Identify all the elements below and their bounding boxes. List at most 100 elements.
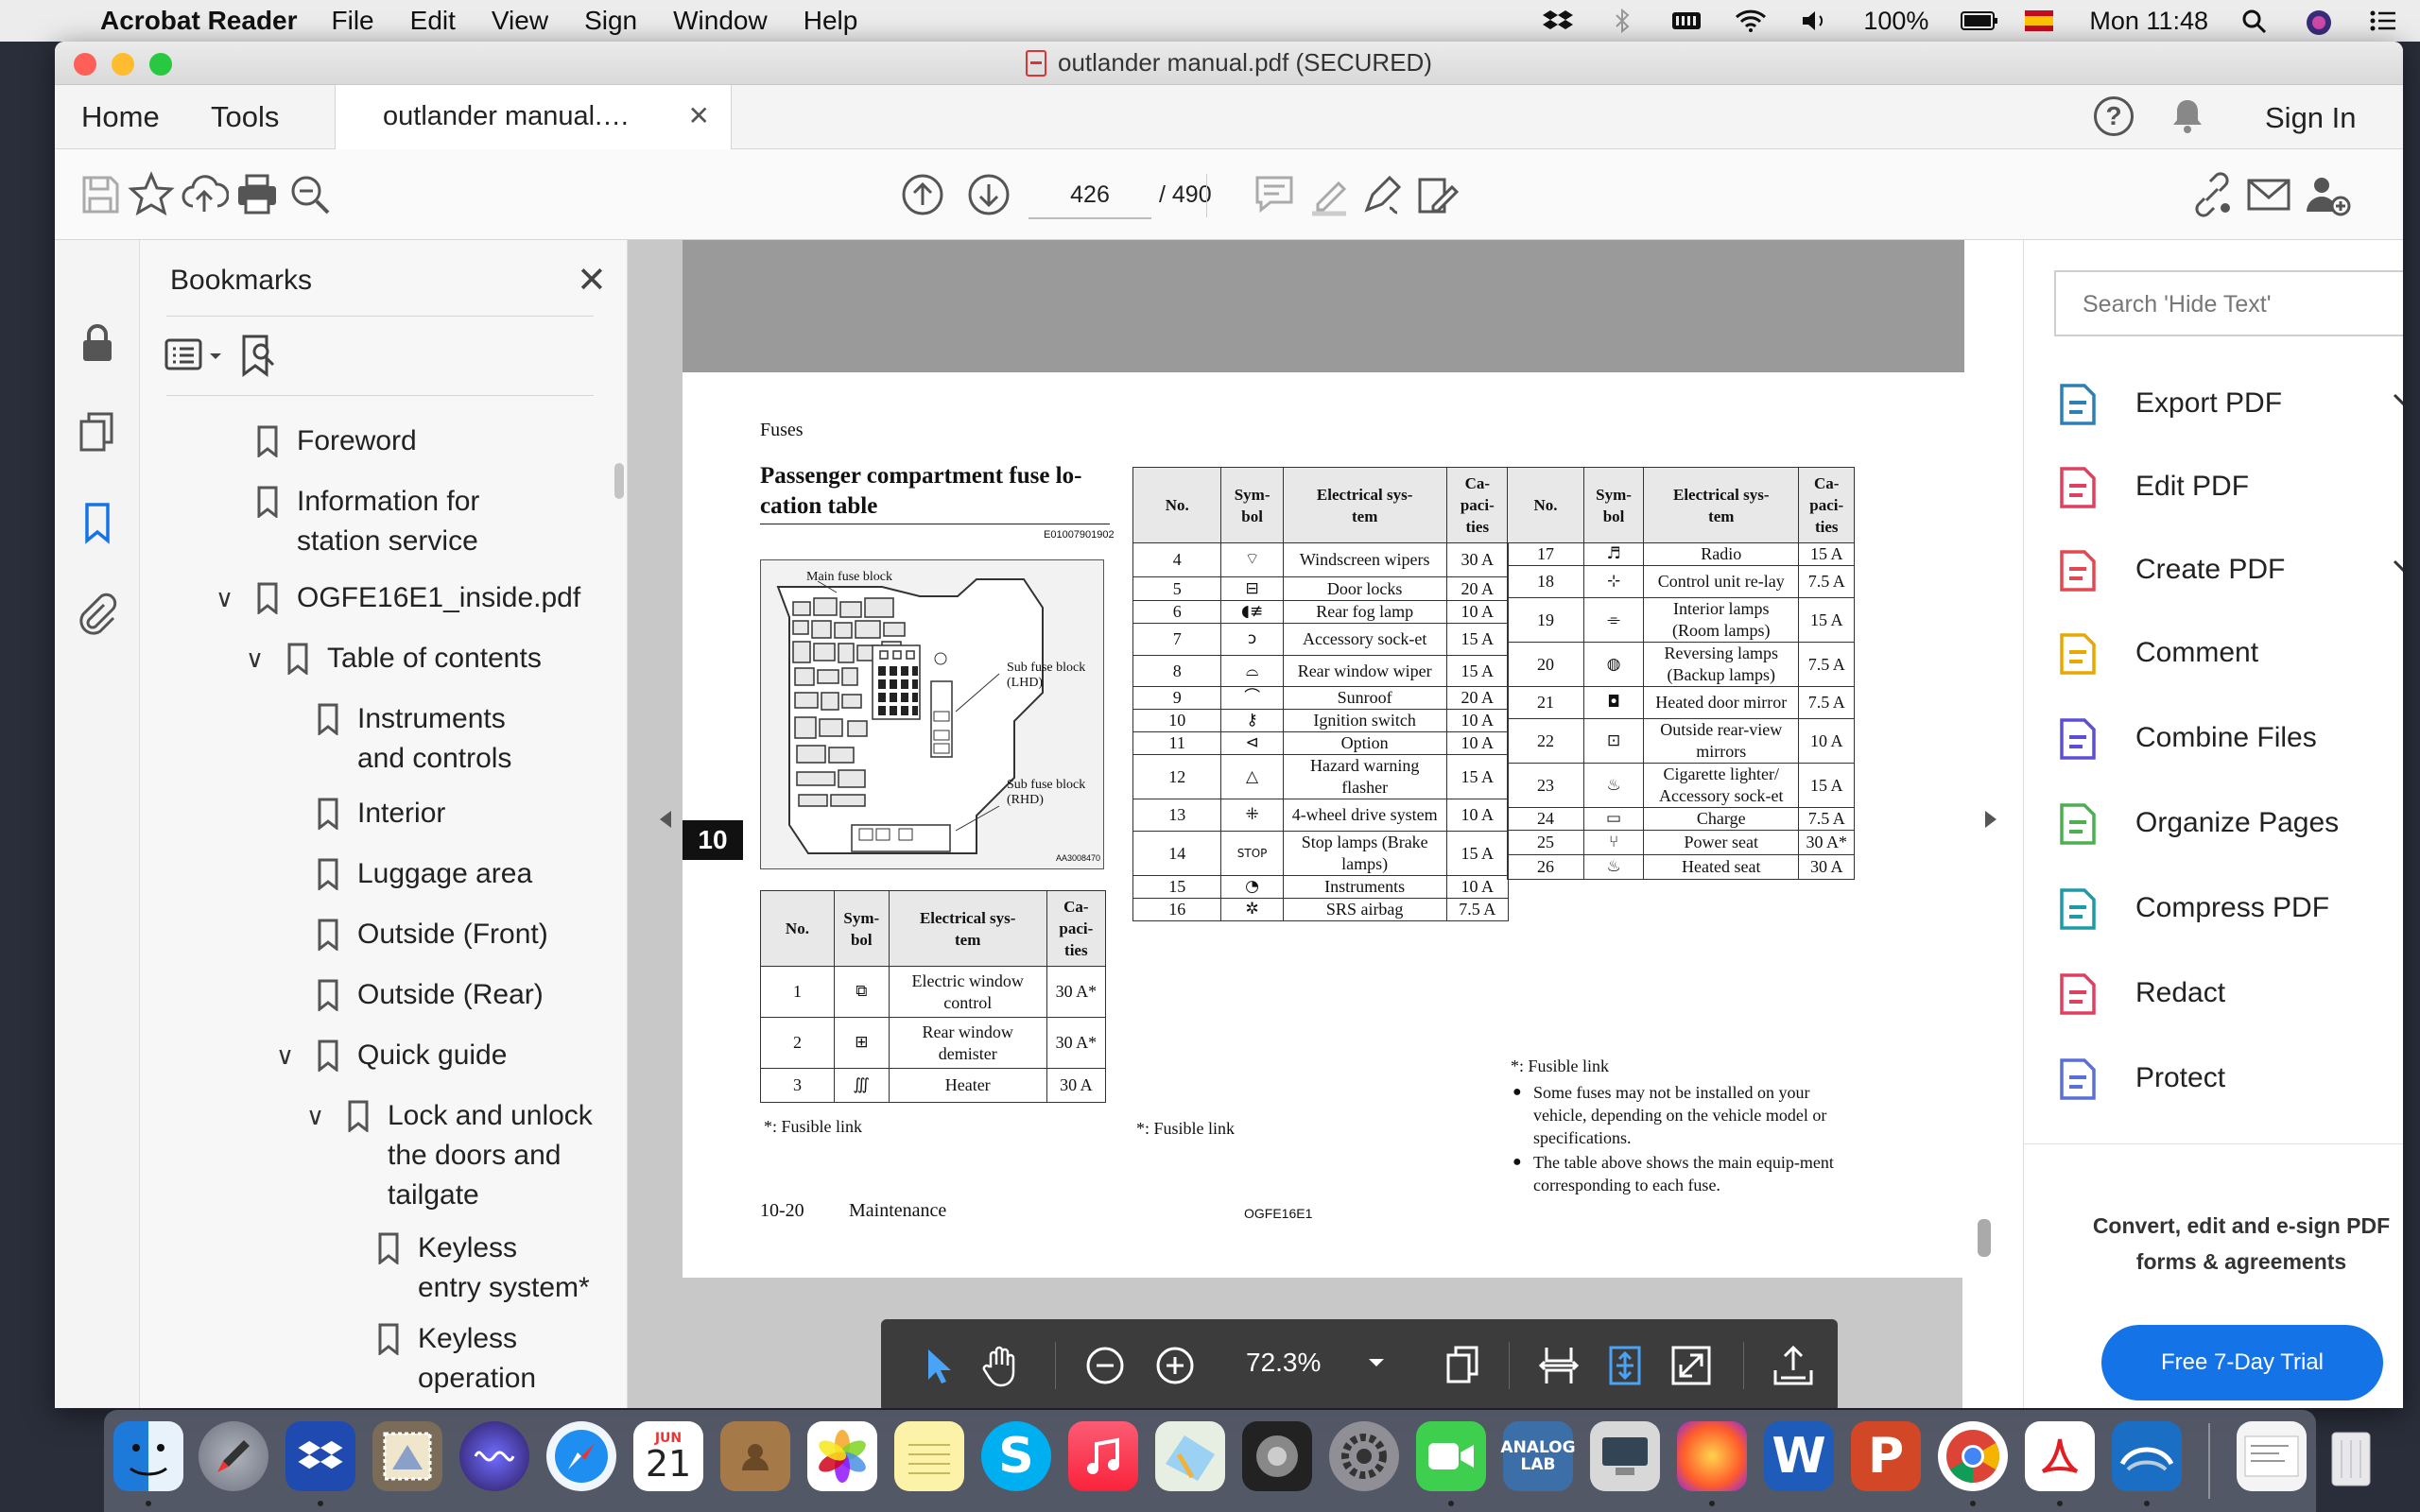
finder-icon[interactable] <box>113 1421 183 1491</box>
attachments-icon[interactable] <box>76 592 119 635</box>
system-preferences-icon[interactable] <box>1329 1421 1399 1491</box>
recent-document-icon[interactable] <box>2237 1421 2307 1491</box>
maps-icon[interactable] <box>1155 1421 1225 1491</box>
spotlight-search-icon[interactable] <box>2240 9 2273 34</box>
bookmarks-scrollbar[interactable] <box>614 463 624 499</box>
tab-tools[interactable]: Tools <box>211 100 279 134</box>
find-bookmark-icon[interactable] <box>236 333 284 385</box>
dropbox-status-icon[interactable] <box>1542 9 1574 33</box>
firefox-icon[interactable] <box>1677 1421 1747 1491</box>
cloud-upload-icon[interactable] <box>180 170 230 219</box>
tool-redact[interactable]: Redact <box>2056 966 2403 1022</box>
collapse-right-panel-icon[interactable] <box>1985 811 1996 828</box>
menu-edit[interactable]: Edit <box>410 6 456 36</box>
logic-pro-icon[interactable] <box>1242 1421 1312 1491</box>
document-scrollbar[interactable] <box>1978 1219 1991 1257</box>
minimize-window-button[interactable] <box>112 53 134 76</box>
memory-status-icon[interactable] <box>1670 9 1703 33</box>
tab-document[interactable]: outlander manual.… ✕ <box>335 85 732 150</box>
zoom-level[interactable]: 72.3% <box>1246 1348 1321 1378</box>
menu-help[interactable]: Help <box>804 6 858 36</box>
clock[interactable]: Mon 11:48 <box>2089 7 2208 36</box>
bookmark-options-icon[interactable] <box>163 333 229 381</box>
page-thumbnails-icon[interactable] <box>76 410 119 454</box>
siri-icon[interactable] <box>2305 9 2337 35</box>
collapse-chevron-icon[interactable]: ∨ <box>276 1041 294 1071</box>
bookmarks-panel-icon[interactable] <box>76 501 119 544</box>
calendar-icon[interactable]: JUN 21 <box>633 1421 703 1491</box>
fit-width-icon[interactable] <box>1535 1342 1582 1389</box>
full-screen-icon[interactable] <box>1668 1342 1715 1389</box>
wifi-icon[interactable] <box>1735 9 1767 33</box>
collapse-chevron-icon[interactable]: ∨ <box>216 584 233 613</box>
collapse-left-panel-icon[interactable] <box>660 811 671 828</box>
acrobat-icon[interactable] <box>2025 1421 2095 1491</box>
trash-icon[interactable] <box>2316 1421 2386 1491</box>
tool-export-pdf[interactable]: Export PDF <box>2056 376 2403 433</box>
dropbox-icon[interactable] <box>285 1421 355 1491</box>
bluetooth-icon[interactable] <box>1606 8 1638 34</box>
zoom-dropdown-icon[interactable] <box>1363 1348 1390 1376</box>
siri-dock-icon[interactable] <box>459 1421 529 1491</box>
tool-protect[interactable]: Protect <box>2056 1051 2403 1108</box>
ms-remote-icon[interactable] <box>2112 1421 2182 1491</box>
next-page-icon[interactable] <box>964 170 1013 219</box>
save-icon[interactable] <box>76 170 125 219</box>
word-icon[interactable]: W <box>1764 1421 1834 1491</box>
expand-chevron-icon[interactable] <box>2389 552 2403 587</box>
tool-combine-files[interactable]: Combine Files <box>2056 711 2403 767</box>
close-window-button[interactable] <box>74 53 96 76</box>
close-tab-icon[interactable]: ✕ <box>688 100 710 131</box>
help-icon[interactable]: ? <box>2094 96 2134 136</box>
notification-center-icon[interactable] <box>2369 9 2401 33</box>
close-bookmarks-icon[interactable]: ✕ <box>577 259 607 301</box>
highlight-icon[interactable] <box>1305 170 1354 219</box>
fit-page-icon[interactable] <box>1601 1342 1649 1389</box>
add-user-icon[interactable] <box>2303 170 2352 219</box>
lock-icon[interactable] <box>76 321 119 365</box>
tool-create-pdf[interactable]: Create PDF <box>2056 542 2403 599</box>
battery-icon[interactable] <box>1961 9 1998 33</box>
notifications-bell-icon[interactable] <box>2169 96 2206 144</box>
powerpoint-icon[interactable]: P <box>1851 1421 1921 1491</box>
collapse-chevron-icon[interactable]: ∨ <box>246 644 264 674</box>
bookmark-star-icon[interactable] <box>127 170 176 219</box>
tools-search-input[interactable]: Search 'Hide Text' <box>2054 270 2403 336</box>
fill-sign-icon[interactable] <box>1412 170 1461 219</box>
safari-icon[interactable] <box>546 1421 616 1491</box>
previous-page-icon[interactable] <box>898 170 947 219</box>
page-number-input[interactable]: 426 <box>1028 170 1151 219</box>
notes-icon[interactable] <box>894 1421 964 1491</box>
select-pointer-icon[interactable] <box>913 1342 960 1389</box>
tool-organize-pages[interactable]: Organize Pages <box>2056 796 2403 852</box>
analog-lab-icon[interactable]: ANALOG LAB <box>1500 1421 1576 1491</box>
menu-window[interactable]: Window <box>673 6 768 36</box>
tool-edit-pdf[interactable]: Edit PDF <box>2056 459 2403 516</box>
tool-compress-pdf[interactable]: Compress PDF <box>2056 881 2403 937</box>
contacts-icon[interactable] <box>720 1421 790 1491</box>
collapse-chevron-icon[interactable]: ∨ <box>306 1102 324 1131</box>
screen-sharing-icon[interactable] <box>1590 1421 1660 1491</box>
print-icon[interactable] <box>233 170 282 219</box>
volume-icon[interactable] <box>1799 9 1831 33</box>
expand-chevron-icon[interactable] <box>2389 386 2403 421</box>
music-icon[interactable] <box>1068 1421 1138 1491</box>
zoom-out-icon[interactable] <box>1081 1342 1129 1389</box>
flag-spain-icon[interactable] <box>2025 9 2057 33</box>
draw-pen-icon[interactable] <box>1357 170 1407 219</box>
tab-home[interactable]: Home <box>81 100 160 134</box>
sign-in-link[interactable]: Sign In <box>2265 101 2357 135</box>
tool-comment[interactable]: Comment <box>2056 626 2403 682</box>
app-menu[interactable]: Acrobat Reader <box>100 6 298 36</box>
free-trial-button[interactable]: Free 7-Day Trial <box>2101 1325 2383 1400</box>
share-link-icon[interactable] <box>2187 170 2237 219</box>
skype-icon[interactable]: S <box>981 1421 1051 1491</box>
menu-view[interactable]: View <box>492 6 548 36</box>
menu-sign[interactable]: Sign <box>584 6 637 36</box>
zoom-in-icon[interactable] <box>1151 1342 1199 1389</box>
photos-icon[interactable] <box>807 1421 877 1491</box>
mail-stamp-icon[interactable] <box>372 1421 442 1491</box>
hand-tool-icon[interactable] <box>977 1342 1025 1389</box>
chrome-icon[interactable] <box>1938 1421 2008 1491</box>
launchpad-icon[interactable] <box>199 1421 268 1491</box>
